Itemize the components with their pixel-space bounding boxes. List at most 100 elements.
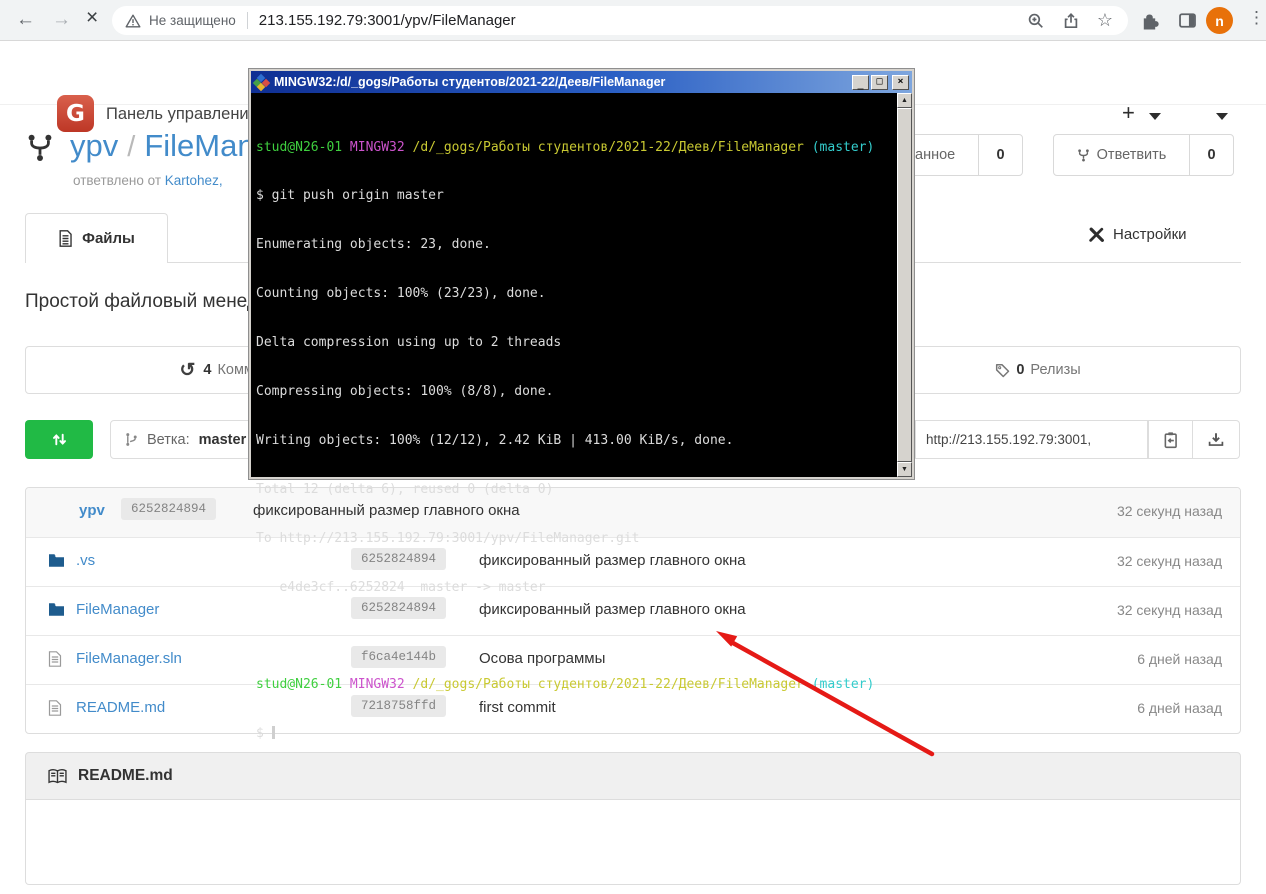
browser-menu-icon[interactable]: ⋮ xyxy=(1248,8,1265,28)
page: ← → × Не защищено 213.155.192.79:3001/yp… xyxy=(0,0,1266,894)
fork-button[interactable]: Ответвить xyxy=(1054,135,1189,175)
compare-arrows-icon xyxy=(51,431,68,448)
scrollbar-down-icon[interactable]: ▼ xyxy=(897,462,912,477)
terminal-line: To http://213.155.192.79:3001/ypv/FileMa… xyxy=(256,531,874,547)
commit-time: 6 дней назад xyxy=(1137,700,1222,716)
terminal-minimize-button[interactable]: _ xyxy=(852,75,869,90)
tab-settings-label: Настройки xyxy=(1113,226,1187,243)
commit-time: 32 секунд назад xyxy=(1117,602,1222,618)
branch-label: Ветка: xyxy=(147,432,190,448)
terminal-input-line[interactable]: $ xyxy=(256,726,874,742)
terminal-line: Writing objects: 100% (12/12), 2.42 KiB … xyxy=(256,433,874,449)
history-icon: ↺ xyxy=(179,359,195,382)
sidebar-icon[interactable] xyxy=(1178,11,1197,30)
book-icon xyxy=(48,768,67,785)
fork-mini-icon xyxy=(1077,148,1090,163)
tools-icon xyxy=(1088,226,1105,243)
terminal-close-button[interactable]: × xyxy=(892,75,909,90)
terminal-scrollbar[interactable]: ▲ ▼ xyxy=(897,93,912,477)
releases-count: 0 xyxy=(1016,362,1024,378)
nav-dashboard-link[interactable]: Панель управления xyxy=(106,105,258,124)
fork-button-group: Ответвить 0 xyxy=(1053,134,1234,176)
commit-hash-badge[interactable]: 6252824894 xyxy=(121,498,216,520)
security-label: Не защищено xyxy=(149,13,236,28)
prompt-path: /d/_gogs/Работы студентов/2021-22/Деев/F… xyxy=(413,677,804,692)
create-new-icon[interactable]: + xyxy=(1122,100,1135,126)
download-icon xyxy=(1207,431,1225,449)
clone-url-input[interactable]: http://213.155.192.79:3001, xyxy=(915,420,1148,459)
terminal-line: $ git push origin master xyxy=(256,188,874,204)
forked-from-label: ответвлено от xyxy=(73,173,161,188)
repo-title-separator: / xyxy=(127,131,135,163)
forward-icon[interactable]: → xyxy=(52,8,71,32)
gogs-logo[interactable]: G xyxy=(57,95,94,132)
terminal-line: e4de3cf..6252824 master -> master xyxy=(256,580,874,596)
scrollbar-up-icon[interactable]: ▲ xyxy=(897,93,912,108)
profile-avatar[interactable]: n xyxy=(1206,7,1233,34)
omnibox-divider xyxy=(247,12,248,29)
back-icon[interactable]: ← xyxy=(16,8,35,32)
clone-url-text: http://213.155.192.79:3001, xyxy=(926,432,1091,447)
zoom-icon[interactable] xyxy=(1027,12,1045,30)
terminal-line: Total 12 (delta 6), reused 0 (delta 0) xyxy=(256,482,874,498)
terminal-line: Delta compression using up to 2 threads xyxy=(256,335,874,351)
repo-owner-link[interactable]: ypv xyxy=(70,128,118,163)
compare-button[interactable] xyxy=(25,420,93,459)
url-text[interactable]: 213.155.192.79:3001/ypv/FileManager xyxy=(259,12,516,29)
download-button[interactable] xyxy=(1193,420,1240,459)
file-link[interactable]: README.md xyxy=(76,699,165,716)
fork-button-label: Ответвить xyxy=(1097,147,1167,163)
extensions-puzzle-icon[interactable] xyxy=(1140,11,1159,30)
releases-label: Релизы xyxy=(1030,362,1080,378)
terminal-titlebar[interactable]: MINGW32:/d/_gogs/Работы студентов/2021-2… xyxy=(251,71,912,93)
mintty-icon xyxy=(254,75,268,89)
fork-count[interactable]: 0 xyxy=(1189,135,1233,175)
commit-time: 6 дней назад xyxy=(1137,651,1222,667)
readme-title: README.md xyxy=(78,767,173,785)
terminal-line: Enumerating objects: 23, done. xyxy=(256,237,874,253)
terminal-blank-line xyxy=(256,629,874,645)
branch-icon xyxy=(125,432,138,447)
terminal-body[interactable]: stud@N26-01 MINGW32 /d/_gogs/Работы студ… xyxy=(251,93,912,477)
terminal-prompt-line: stud@N26-01 MINGW32 /d/_gogs/Работы студ… xyxy=(256,677,874,693)
folder-icon xyxy=(48,553,65,568)
tab-files-label: Файлы xyxy=(82,230,135,247)
scrollbar-thumb[interactable] xyxy=(897,108,912,462)
commits-count: 4 xyxy=(203,362,211,378)
copy-url-button[interactable] xyxy=(1148,420,1193,459)
repo-forked-icon xyxy=(26,133,54,168)
tab-settings[interactable]: Настройки xyxy=(1088,226,1187,243)
bookmark-star-icon[interactable]: ☆ xyxy=(1097,10,1113,31)
share-icon[interactable] xyxy=(1062,12,1080,30)
prompt-branch: (master) xyxy=(812,140,875,155)
create-dropdown-caret-icon[interactable] xyxy=(1149,113,1161,120)
tab-files[interactable]: Файлы xyxy=(25,213,168,263)
star-count[interactable]: 0 xyxy=(978,135,1022,175)
clipboard-icon xyxy=(1162,431,1180,449)
terminal-window[interactable]: MINGW32:/d/_gogs/Работы студентов/2021-2… xyxy=(248,68,915,480)
commit-author-link[interactable]: ypv xyxy=(79,502,105,519)
address-bar[interactable]: Не защищено 213.155.192.79:3001/ypv/File… xyxy=(112,6,1128,35)
prompt-branch: (master) xyxy=(812,677,875,692)
file-link[interactable]: FileManager.sln xyxy=(76,650,182,667)
file-tab-icon xyxy=(58,230,73,247)
forked-from-link[interactable]: Kartohez, xyxy=(165,173,223,188)
terminal-line: Compressing objects: 100% (8/8), done. xyxy=(256,384,874,400)
file-icon xyxy=(48,651,62,667)
folder-icon xyxy=(48,602,65,617)
file-link[interactable]: FileManager xyxy=(76,601,159,618)
user-dropdown-caret-icon[interactable] xyxy=(1216,113,1228,120)
terminal-cursor xyxy=(272,726,275,739)
prompt-env: MINGW32 xyxy=(350,677,405,692)
commit-time: 32 секунд назад xyxy=(1117,503,1222,519)
terminal-maximize-button[interactable]: □ xyxy=(871,75,888,90)
terminal-prompt-line: stud@N26-01 MINGW32 /d/_gogs/Работы студ… xyxy=(256,140,874,156)
prompt-user: stud@N26-01 xyxy=(256,140,342,155)
stop-icon[interactable]: × xyxy=(86,6,98,30)
browser-toolbar: ← → × Не защищено 213.155.192.79:3001/yp… xyxy=(0,0,1266,41)
branch-name: master xyxy=(199,432,247,448)
commit-time: 32 секунд назад xyxy=(1117,553,1222,569)
file-link[interactable]: .vs xyxy=(76,552,95,569)
terminal-title: MINGW32:/d/_gogs/Работы студентов/2021-2… xyxy=(274,75,846,89)
prompt-env: MINGW32 xyxy=(350,140,405,155)
